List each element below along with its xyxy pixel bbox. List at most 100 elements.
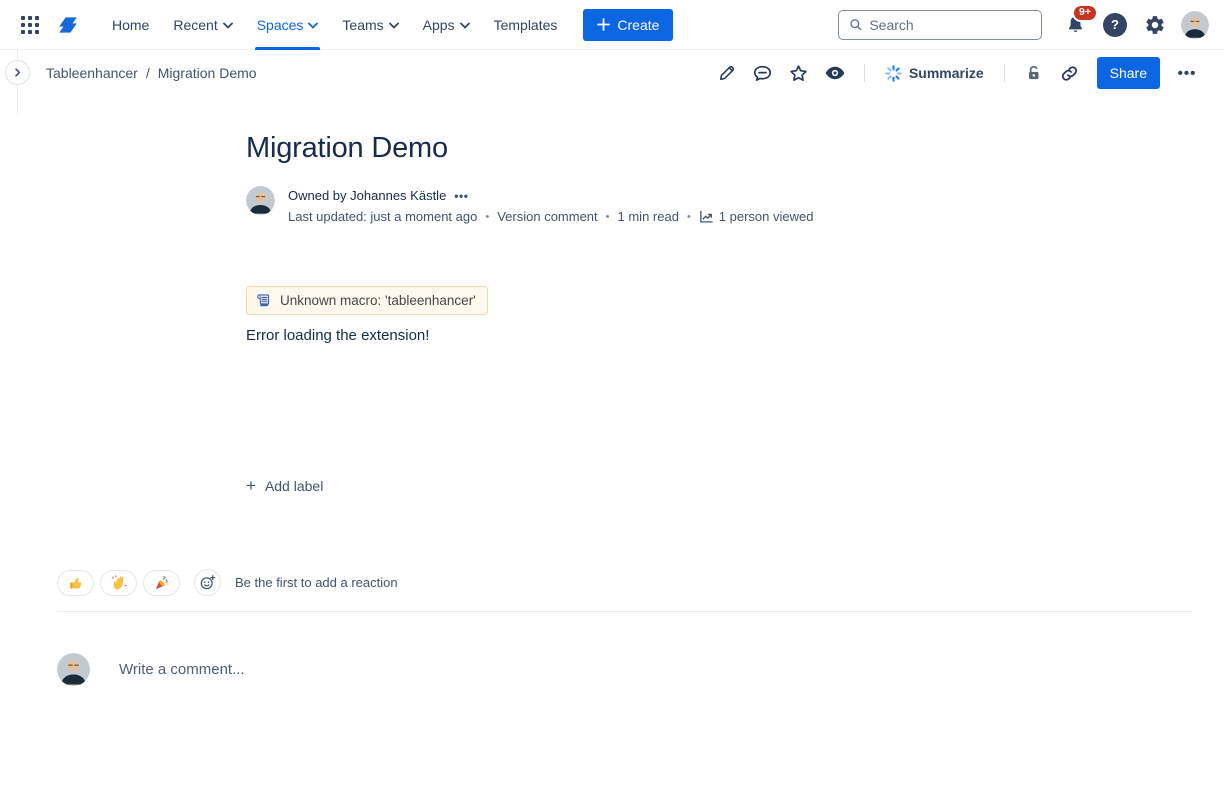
copy-link-button[interactable] [1055, 58, 1085, 88]
search-box[interactable] [838, 10, 1042, 40]
nav-item-recent[interactable]: Recent [161, 0, 244, 50]
nav-label: Templates [494, 17, 558, 33]
summarize-label: Summarize [909, 65, 984, 81]
chevron-down-icon [308, 22, 318, 29]
page-title: Migration Demo [246, 132, 986, 165]
reaction-prompt-text: Be the first to add a reaction [235, 575, 398, 590]
eye-icon [824, 62, 846, 84]
ai-sparkle-icon [885, 65, 902, 82]
dot-separator: • [687, 207, 691, 227]
page-footer-section: Be the first to add a reaction Write a c… [57, 569, 1193, 686]
owner-more-button[interactable]: ••• [454, 189, 468, 203]
reactions-bar: Be the first to add a reaction [57, 569, 1193, 596]
add-emoji-icon [199, 574, 216, 591]
edit-button[interactable] [712, 58, 742, 88]
macro-error-text: Unknown macro: 'tableenhancer' [280, 293, 476, 308]
read-time-text: 1 min read [618, 207, 679, 227]
nav-item-home[interactable]: Home [100, 0, 161, 50]
share-button[interactable]: Share [1097, 57, 1160, 89]
clapping-hands-emoji [111, 575, 127, 591]
comments-button[interactable] [748, 58, 778, 88]
add-reaction-button[interactable] [194, 569, 221, 596]
macro-scroll-icon [255, 292, 272, 309]
reaction-thumbs-up[interactable] [57, 570, 94, 596]
expand-sidebar-button[interactable] [5, 60, 30, 85]
settings-button[interactable] [1140, 10, 1170, 40]
divider [1004, 64, 1005, 82]
plus-icon [597, 18, 610, 31]
owner-avatar[interactable] [246, 186, 275, 215]
notification-badge: 9+ [1072, 4, 1098, 23]
top-navigation: Home Recent Spaces Teams Apps Templates … [0, 0, 1224, 50]
favorite-star-button[interactable] [784, 58, 814, 88]
create-button[interactable]: Create [583, 9, 673, 41]
search-input[interactable] [869, 17, 1031, 33]
nav-item-templates[interactable]: Templates [482, 0, 570, 50]
link-icon [1059, 63, 1080, 84]
confluence-logo-icon [55, 13, 81, 37]
add-label-text: Add label [265, 478, 323, 494]
grid-icon [21, 16, 39, 34]
summarize-button[interactable]: Summarize [879, 61, 990, 86]
breadcrumb-space-link[interactable]: Tableenhancer [46, 65, 138, 81]
section-divider [57, 611, 1193, 612]
profile-button[interactable] [1180, 10, 1210, 40]
notifications-button[interactable]: 9+ [1060, 10, 1090, 40]
comment-editor[interactable]: Write a comment... [57, 653, 1193, 686]
breadcrumb: Tableenhancer / Migration Demo [46, 65, 257, 81]
question-icon: ? [1103, 13, 1127, 37]
app-switcher-icon[interactable] [14, 9, 46, 41]
reaction-party[interactable] [143, 570, 180, 596]
restrictions-button[interactable] [1019, 58, 1049, 88]
last-updated-text[interactable]: Last updated: just a moment ago [288, 207, 477, 227]
chevron-down-icon [460, 22, 470, 29]
breadcrumb-page-link[interactable]: Migration Demo [158, 65, 257, 81]
plus-icon: + [246, 479, 256, 493]
watch-button[interactable] [820, 58, 850, 88]
party-popper-emoji [154, 575, 170, 591]
nav-item-spaces[interactable]: Spaces [245, 0, 331, 50]
search-icon [849, 17, 862, 32]
reaction-clap[interactable] [100, 570, 137, 596]
dot-separator: • [606, 207, 610, 227]
topnav-right: 9+ ? [838, 10, 1210, 40]
chevron-right-icon [13, 68, 22, 77]
analytics-viewers[interactable]: 1 person viewed [699, 207, 814, 227]
page-content: Migration Demo Owned by Johannes Kästle … [246, 132, 986, 496]
dot-separator: • [485, 207, 489, 227]
nav-label: Recent [173, 17, 217, 33]
gear-icon [1144, 14, 1166, 36]
ellipsis-icon: ••• [1178, 65, 1197, 82]
comment-bubble-icon [752, 63, 773, 84]
nav-item-apps[interactable]: Apps [411, 0, 482, 50]
help-button[interactable]: ? [1100, 10, 1130, 40]
pencil-icon [717, 63, 737, 83]
owner-name-link[interactable]: Johannes Kästle [350, 188, 446, 203]
page-actions: Summarize Share ••• [712, 57, 1202, 89]
version-comment-link[interactable]: Version comment [497, 207, 597, 227]
add-label-button[interactable]: + Add label [246, 476, 323, 496]
page-header-bar: Tableenhancer / Migration Demo [0, 50, 1224, 96]
thumbs-up-emoji [68, 575, 84, 591]
confluence-logo[interactable] [50, 9, 86, 41]
chevron-down-icon [389, 22, 399, 29]
user-avatar [1181, 11, 1209, 39]
extension-error-text: Error loading the extension! [246, 327, 986, 344]
primary-nav: Home Recent Spaces Teams Apps Templates [100, 0, 569, 50]
breadcrumb-separator: / [146, 65, 150, 81]
viewers-text: 1 person viewed [719, 207, 814, 227]
divider [864, 64, 865, 82]
nav-item-teams[interactable]: Teams [330, 0, 410, 50]
unknown-macro-placeholder[interactable]: Unknown macro: 'tableenhancer' [246, 286, 488, 315]
unlock-icon [1024, 63, 1044, 83]
create-label: Create [617, 17, 659, 33]
nav-label: Apps [423, 17, 455, 33]
chevron-down-icon [223, 22, 233, 29]
analytics-chart-icon [699, 210, 714, 224]
owned-by-text: Owned by Johannes Kästle [288, 186, 446, 206]
comment-placeholder-text[interactable]: Write a comment... [119, 661, 245, 678]
byline-text: Owned by Johannes Kästle ••• Last update… [288, 186, 813, 227]
star-icon [788, 63, 809, 84]
nav-label: Home [112, 17, 149, 33]
more-actions-button[interactable]: ••• [1172, 58, 1202, 88]
